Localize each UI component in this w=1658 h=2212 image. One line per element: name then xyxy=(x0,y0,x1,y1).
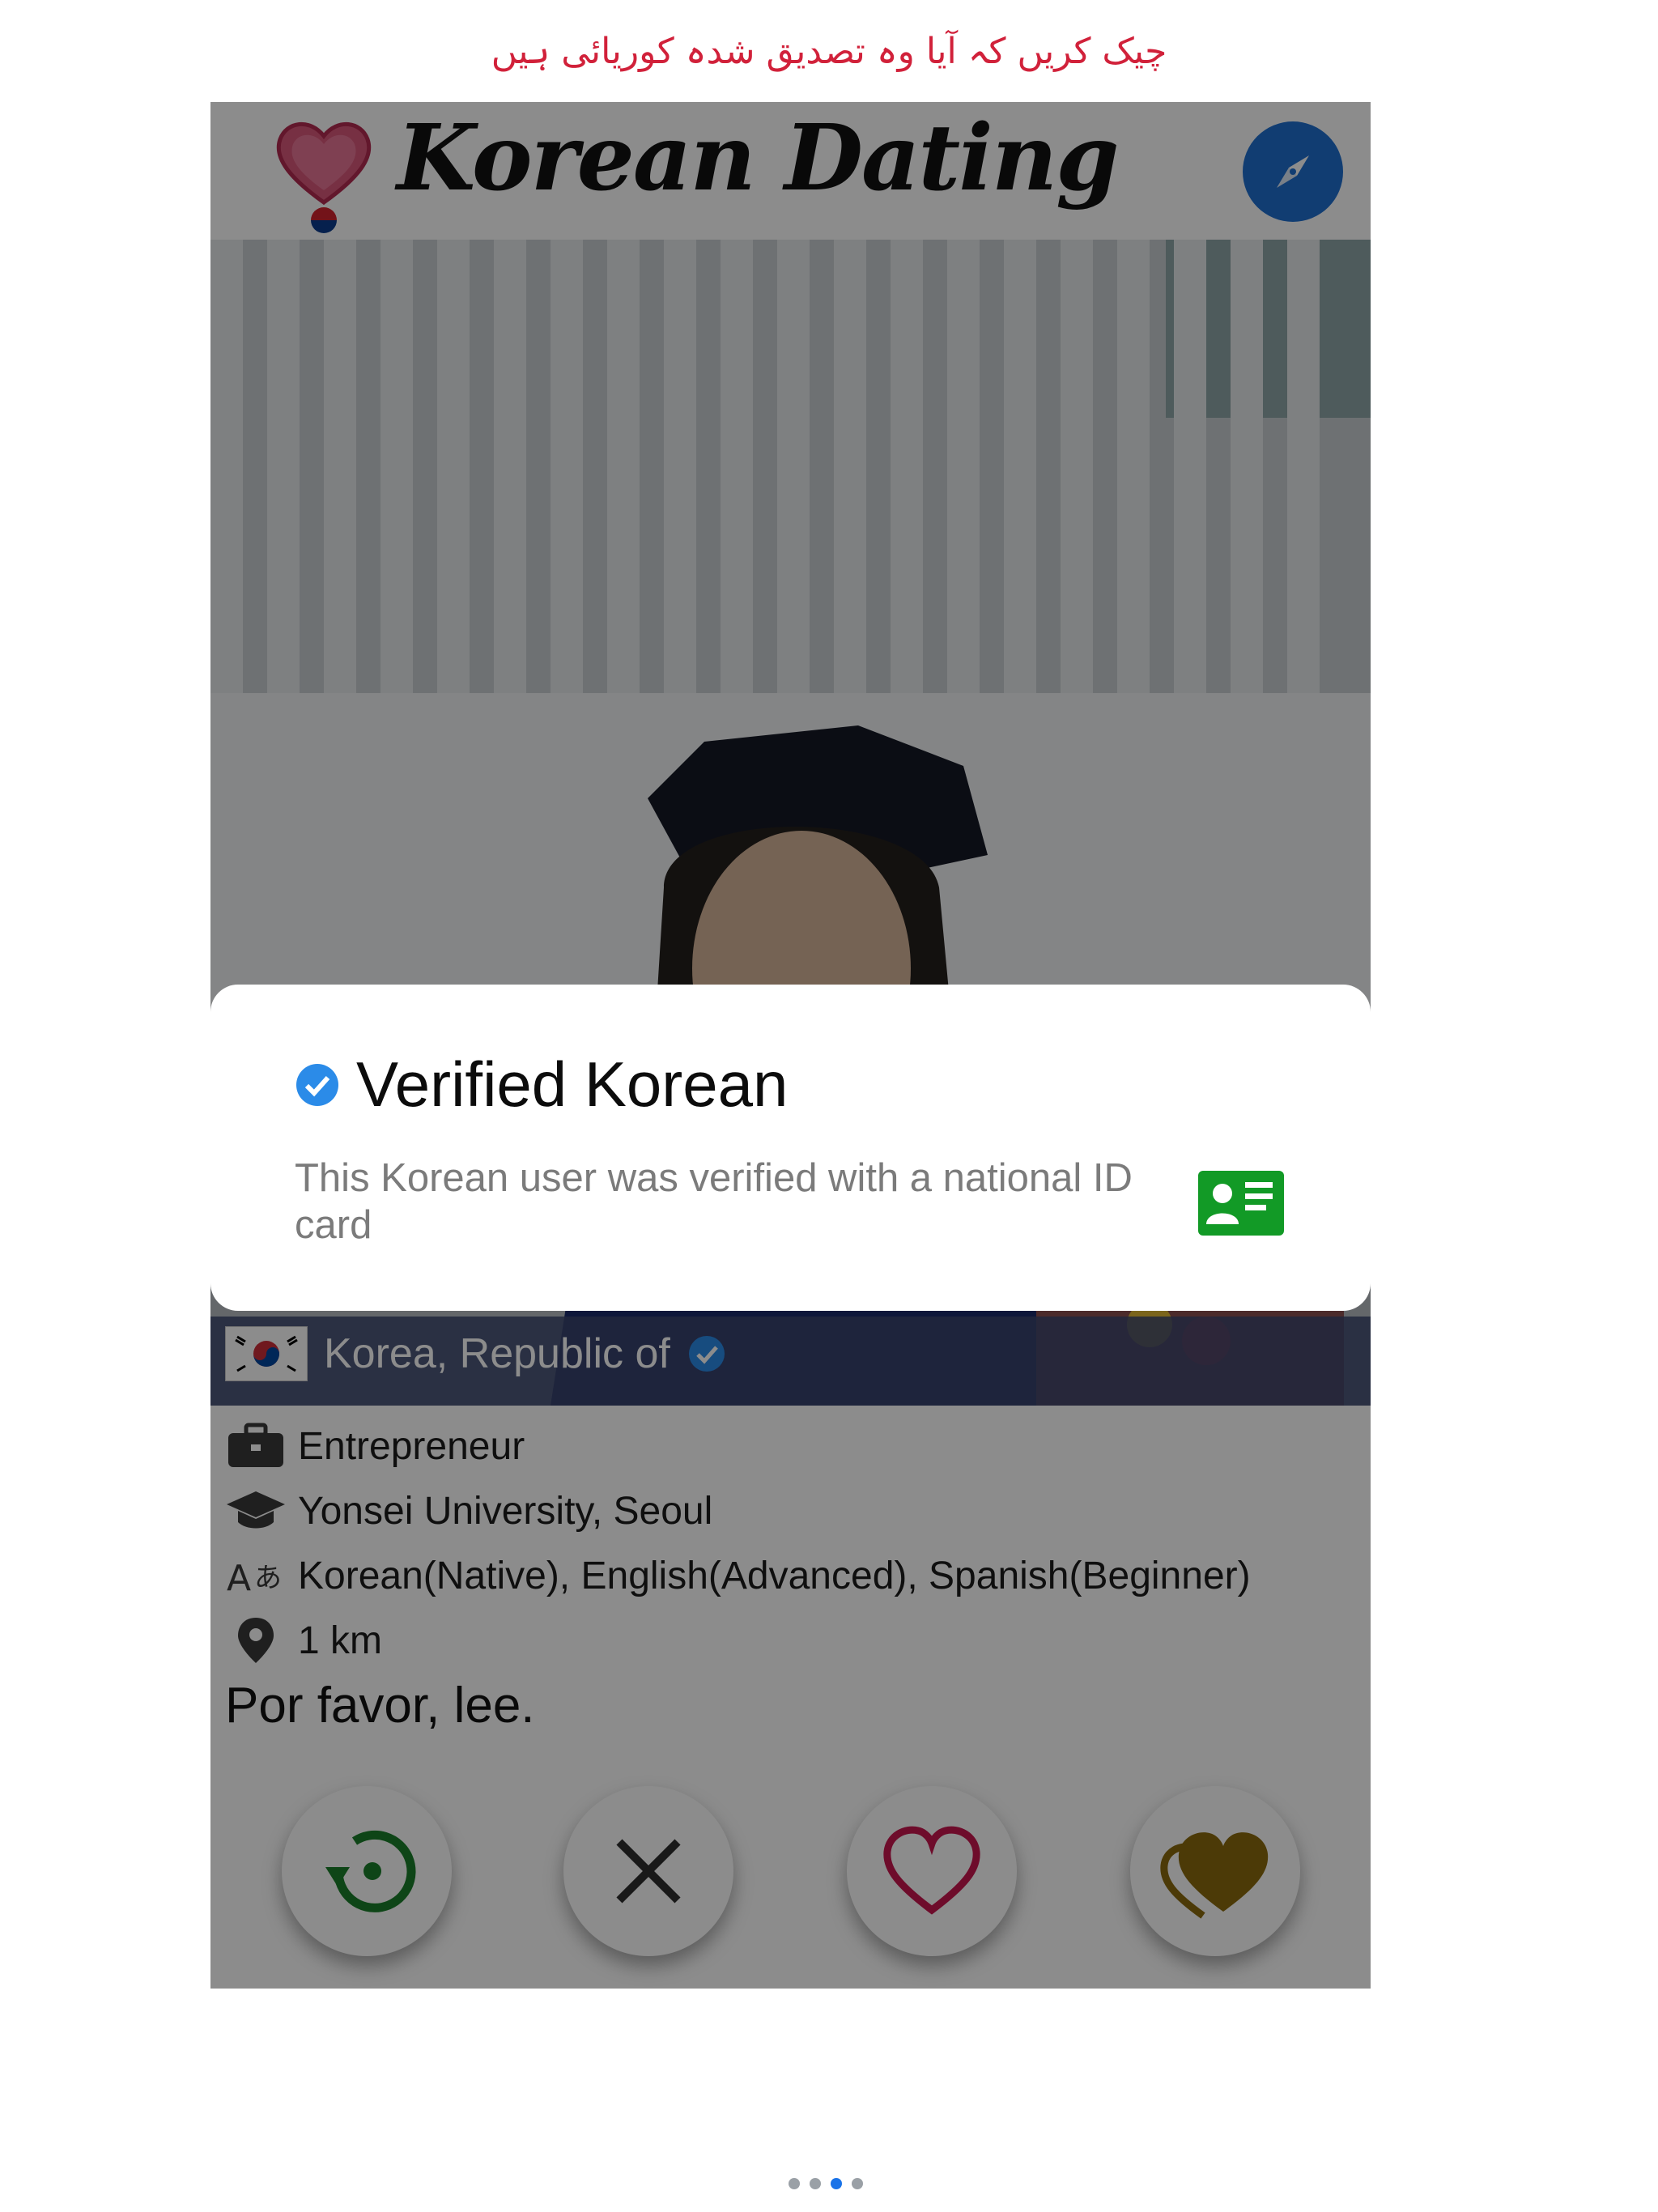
page-dot[interactable] xyxy=(810,2178,821,2189)
verified-dialog: Verified Korean This Korean user was ver… xyxy=(210,985,1371,1311)
promo-caption: چیک کریں کہ آیا وہ تصدیق شدہ کوریائی ہیں xyxy=(491,31,1167,72)
verified-check-icon xyxy=(296,1063,338,1106)
page-indicator xyxy=(789,2178,863,2189)
page-dot-active[interactable] xyxy=(831,2178,842,2189)
dialog-title-row: Verified Korean xyxy=(295,1048,788,1121)
dialog-title: Verified Korean xyxy=(356,1049,789,1120)
id-card-icon xyxy=(1198,1171,1284,1236)
dialog-message: This Korean user was verified with a nat… xyxy=(295,1156,1133,1247)
page-dot[interactable] xyxy=(789,2178,800,2189)
page-dot[interactable] xyxy=(852,2178,863,2189)
